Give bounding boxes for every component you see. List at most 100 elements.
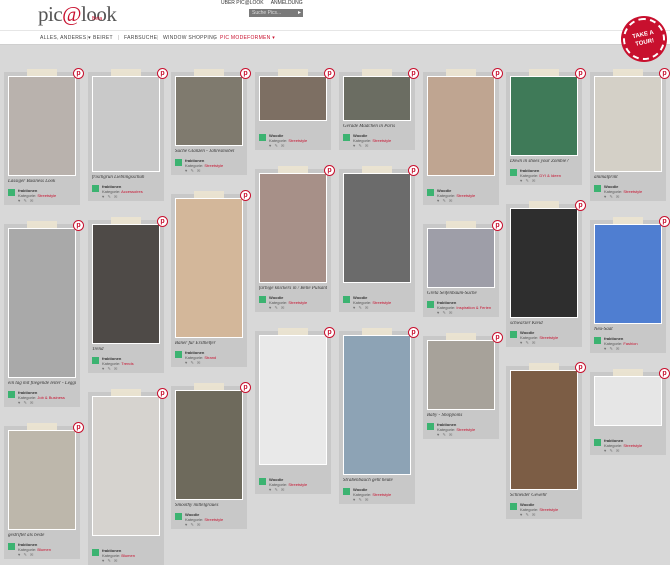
- pin-icon[interactable]: p: [157, 68, 168, 79]
- pin-actions-icon[interactable]: ♥ ✎ ✉: [102, 558, 118, 563]
- pin-icon[interactable]: p: [408, 327, 419, 338]
- pin-photo[interactable]: [343, 173, 411, 283]
- pin-card[interactable]: p Neu-Saat fraktionen Kategorie: Fashion ♥ ✎…: [590, 216, 670, 353]
- pin-photo[interactable]: [510, 76, 578, 156]
- avatar[interactable]: [8, 391, 15, 398]
- avatar[interactable]: [427, 301, 434, 308]
- pin-actions-icon[interactable]: ♥ ✎ ✉: [520, 178, 536, 183]
- pin-actions-icon[interactable]: ♥ ✎ ✉: [353, 143, 369, 148]
- avatar[interactable]: [594, 185, 601, 192]
- search-input[interactable]: Suche Pics...: [249, 9, 303, 17]
- pin-photo[interactable]: [427, 340, 495, 410]
- pin-actions-icon[interactable]: ♥ ✎ ✉: [102, 194, 118, 199]
- avatar[interactable]: [92, 185, 99, 192]
- avatar[interactable]: [259, 134, 266, 141]
- pin-icon[interactable]: p: [575, 362, 586, 373]
- avatar[interactable]: [427, 423, 434, 430]
- pin-card[interactable]: p Woodie Kategorie: Streetstyle ♥ ✎ ✉: [423, 68, 503, 205]
- pin-icon[interactable]: p: [157, 388, 168, 399]
- pin-photo[interactable]: [8, 430, 76, 530]
- pin-actions-icon[interactable]: ♥ ✎ ✉: [604, 194, 620, 199]
- avatar[interactable]: [343, 488, 350, 495]
- nav-item-farbsuche[interactable]: FARBSUCHE: [124, 35, 157, 41]
- pin-photo[interactable]: [92, 396, 160, 536]
- pin-actions-icon[interactable]: ♥ ✎ ✉: [185, 360, 201, 365]
- pin-actions-icon[interactable]: ♥ ✎ ✉: [18, 400, 34, 405]
- pin-icon[interactable]: p: [157, 216, 168, 227]
- avatar[interactable]: [510, 503, 517, 510]
- pin-icon[interactable]: p: [240, 382, 251, 393]
- pin-photo[interactable]: [594, 376, 662, 426]
- pin-card[interactable]: p Schneider Gewehr Woodie Kategorie: Street…: [506, 362, 586, 519]
- pin-card[interactable]: p animalprint Woodie Kategorie: Streetstyle…: [590, 68, 670, 201]
- avatar[interactable]: [510, 331, 517, 338]
- pin-icon[interactable]: p: [492, 68, 503, 79]
- pin-card[interactable]: p Straßenbauch geht heute Woodie Kategorie:…: [339, 327, 419, 504]
- pin-photo[interactable]: [594, 224, 662, 324]
- avatar[interactable]: [510, 169, 517, 176]
- pin-actions-icon[interactable]: ♥ ✎ ✉: [269, 305, 285, 310]
- login-link[interactable]: ANMELDUNG: [271, 0, 303, 6]
- pin-photo[interactable]: [92, 76, 160, 172]
- pin-photo[interactable]: [259, 173, 327, 283]
- pin-photo[interactable]: [175, 198, 243, 338]
- pin-actions-icon[interactable]: ♥ ✎ ✉: [353, 497, 369, 502]
- pin-icon[interactable]: p: [73, 220, 84, 231]
- pin-icon[interactable]: p: [575, 200, 586, 211]
- avatar[interactable]: [92, 549, 99, 556]
- logo[interactable]: pic@look: [38, 2, 117, 27]
- pin-icon[interactable]: p: [575, 68, 586, 79]
- pin-card[interactable]: p farbige knickers in / Belle Pulsantes B…: [255, 165, 335, 312]
- avatar[interactable]: [427, 189, 434, 196]
- pin-photo[interactable]: [510, 370, 578, 490]
- pin-actions-icon[interactable]: ♥ ✎ ✉: [18, 198, 34, 203]
- pin-card[interactable]: p gestriftet als beste fraktionen Kategorie…: [4, 422, 84, 559]
- avatar[interactable]: [343, 296, 350, 303]
- pin-icon[interactable]: p: [324, 165, 335, 176]
- pin-actions-icon[interactable]: ♥ ✎ ✉: [102, 366, 118, 371]
- pin-icon[interactable]: p: [73, 68, 84, 79]
- pin-photo[interactable]: [427, 228, 495, 288]
- pin-icon[interactable]: p: [408, 68, 419, 79]
- pin-card[interactable]: p Suche Glänzen - Jahresmöbel fraktionen Ka…: [171, 68, 251, 175]
- pin-photo[interactable]: [259, 335, 327, 465]
- pin-photo[interactable]: [594, 76, 662, 172]
- pin-actions-icon[interactable]: ♥ ✎ ✉: [185, 168, 201, 173]
- pin-card[interactable]: p schwarzer Kleid Woodie Kategorie: Streets…: [506, 200, 586, 347]
- pin-actions-icon[interactable]: ♥ ✎ ✉: [185, 522, 201, 527]
- pin-card[interactable]: p Down in shoes your Zombie? fraktionen Kat…: [506, 68, 586, 185]
- pin-photo[interactable]: [427, 76, 495, 176]
- search-arrow-icon[interactable]: ▸: [298, 9, 304, 17]
- pin-icon[interactable]: p: [492, 220, 503, 231]
- pin-photo[interactable]: [343, 76, 411, 121]
- pin-icon[interactable]: p: [659, 368, 670, 379]
- pin-icon[interactable]: p: [408, 165, 419, 176]
- pin-photo[interactable]: [259, 76, 327, 121]
- avatar[interactable]: [175, 159, 182, 166]
- pin-photo[interactable]: [175, 76, 243, 146]
- pin-actions-icon[interactable]: ♥ ✎ ✉: [604, 346, 620, 351]
- pin-card[interactable]: p ein tag mit fliegende leiter - Leggins?…: [4, 220, 84, 407]
- pin-card[interactable]: p Woodie Kategorie: Streetstyle ♥ ✎ ✉: [339, 165, 419, 312]
- nav-item-all[interactable]: ALLES, ANDERES ▾: [40, 35, 91, 41]
- pin-card[interactable]: p Woodie Kategorie: Streetstyle ♥ ✎ ✉: [255, 327, 335, 494]
- pin-card[interactable]: p Lässiger Business Look fraktionen Kategor…: [4, 68, 84, 205]
- avatar[interactable]: [175, 351, 182, 358]
- pin-card[interactable]: p frischgrün Lieblingsschuh fraktionen Kate…: [88, 68, 168, 201]
- pin-actions-icon[interactable]: ♥ ✎ ✉: [353, 305, 369, 310]
- pin-actions-icon[interactable]: ♥ ✎ ✉: [520, 512, 536, 517]
- pin-card[interactable]: p Trend fraktionen Kategorie: Trends ♥ ✎ ✉: [88, 216, 168, 373]
- avatar[interactable]: [343, 134, 350, 141]
- avatar[interactable]: [259, 296, 266, 303]
- pin-actions-icon[interactable]: ♥ ✎ ✉: [437, 432, 453, 437]
- about-link[interactable]: ÜBER PIC@LOOK: [221, 0, 264, 6]
- pin-card[interactable]: p fraktionen Kategorie: Blumen ♥ ✎ ✉: [88, 388, 168, 565]
- pin-card[interactable]: p fraktionen Kategorie: Streetstyle ♥ ✎ ✉: [590, 368, 670, 455]
- pin-card[interactable]: p Greta Seifenbaum-Suche fraktionen Kategor…: [423, 220, 503, 317]
- pin-photo[interactable]: [92, 224, 160, 344]
- pin-actions-icon[interactable]: ♥ ✎ ✉: [437, 198, 453, 203]
- pin-card[interactable]: p Baner für Ersthelfer fraktionen Kategorie…: [171, 190, 251, 367]
- pin-actions-icon[interactable]: ♥ ✎ ✉: [520, 340, 536, 345]
- pin-photo[interactable]: [175, 390, 243, 500]
- pin-icon[interactable]: p: [240, 68, 251, 79]
